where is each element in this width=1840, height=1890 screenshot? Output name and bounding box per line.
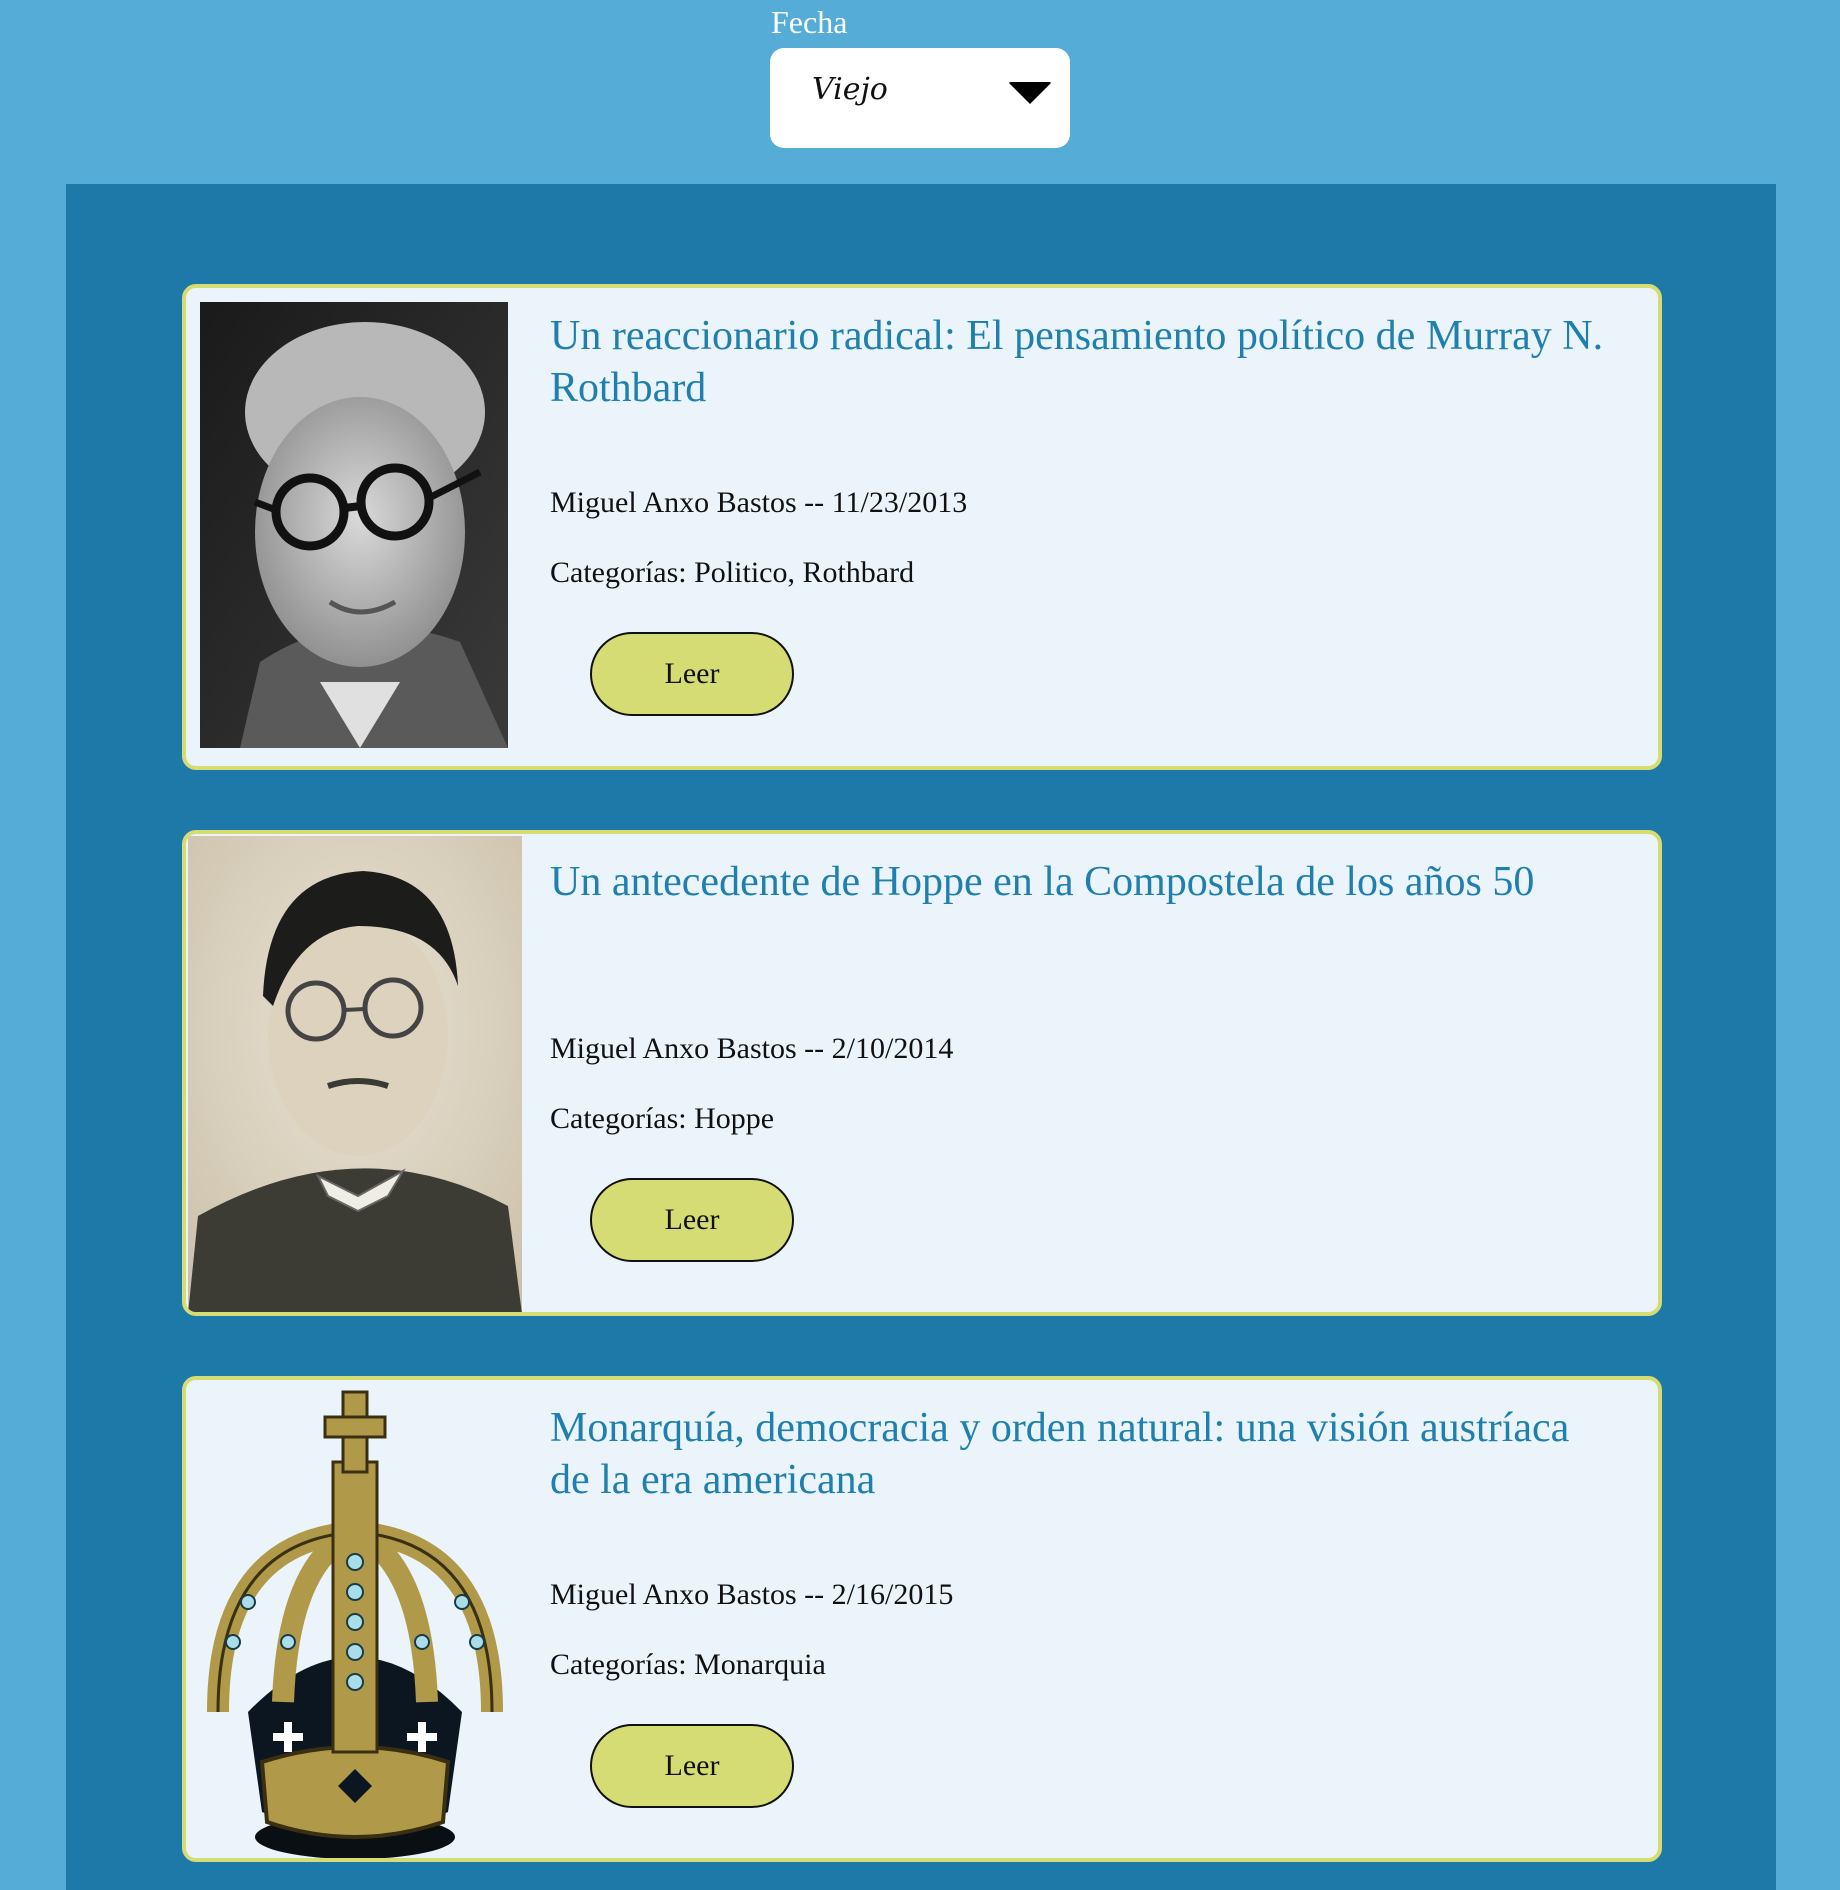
article-categories: Categorías: Politico, Rothbard [550, 556, 915, 589]
article-title[interactable]: Un antecedente de Hoppe en la Compostela… [550, 856, 1610, 908]
article-categories: Categorías: Monarquia [550, 1648, 826, 1681]
date-filter: Fecha Viejo [770, 0, 1070, 148]
article-title[interactable]: Un reaccionario radical: El pensamiento … [550, 310, 1610, 414]
date-sort-select[interactable]: Viejo [770, 48, 1070, 148]
article-card: Monarquía, democracia y orden natural: u… [182, 1376, 1662, 1862]
author-photo [200, 302, 508, 748]
article-card: Un antecedente de Hoppe en la Compostela… [182, 830, 1662, 1316]
article-author-date: Miguel Anxo Bastos -- 11/23/2013 [550, 486, 968, 519]
select-value: Viejo [812, 72, 888, 107]
article-categories: Categorías: Hoppe [550, 1102, 775, 1135]
chevron-down-icon [1008, 82, 1052, 104]
author-portrait-sketch [188, 836, 522, 1312]
read-button[interactable]: Leer [590, 632, 794, 716]
articles-panel: Un reaccionario radical: El pensamiento … [66, 184, 1776, 1890]
read-button[interactable]: Leer [590, 1178, 794, 1262]
article-author-date: Miguel Anxo Bastos -- 2/16/2015 [550, 1578, 954, 1611]
article-author-date: Miguel Anxo Bastos -- 2/10/2014 [550, 1032, 954, 1065]
crown-image [188, 1382, 522, 1858]
article-title[interactable]: Monarquía, democracia y orden natural: u… [550, 1402, 1610, 1506]
filter-label: Fecha [771, 4, 848, 40]
article-card: Un reaccionario radical: El pensamiento … [182, 284, 1662, 770]
read-button[interactable]: Leer [590, 1724, 794, 1808]
